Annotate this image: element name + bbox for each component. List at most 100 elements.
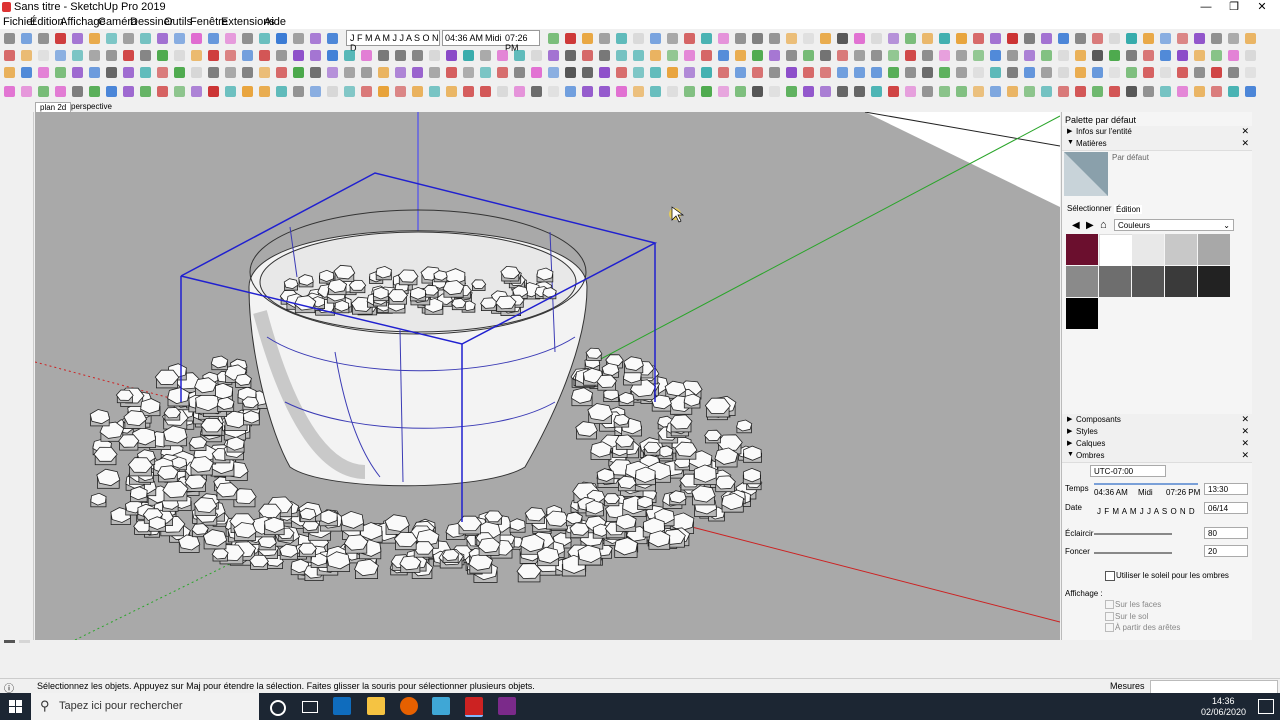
toolbar-tool-icon[interactable] bbox=[990, 50, 1001, 61]
current-material-name[interactable]: Par défaut bbox=[1112, 153, 1149, 162]
toolbar-tool-icon[interactable] bbox=[1075, 67, 1086, 78]
menu-outils[interactable]: Outils bbox=[164, 16, 192, 28]
toolbar-tool-icon[interactable] bbox=[310, 86, 321, 97]
toolbar-tool-icon[interactable] bbox=[786, 67, 797, 78]
toolbar-tool-icon[interactable] bbox=[1007, 50, 1018, 61]
toolbar-tool-icon[interactable] bbox=[310, 50, 321, 61]
toolbar-tool-icon[interactable] bbox=[208, 33, 219, 44]
toolbar-tool-icon[interactable] bbox=[871, 67, 882, 78]
toolbar-tool-icon[interactable] bbox=[718, 50, 729, 61]
toolbar-tool-icon[interactable] bbox=[752, 67, 763, 78]
toolbar-tool-icon[interactable] bbox=[684, 67, 695, 78]
toolbar-tool-icon[interactable] bbox=[1143, 50, 1154, 61]
toolbar-tool-icon[interactable] bbox=[888, 33, 899, 44]
toolbar-tool-icon[interactable] bbox=[650, 50, 661, 61]
toolbar-tool-icon[interactable] bbox=[582, 67, 593, 78]
toolbar-tool-icon[interactable] bbox=[293, 86, 304, 97]
toolbar-tool-icon[interactable] bbox=[854, 86, 865, 97]
toolbar-tool-icon[interactable] bbox=[327, 67, 338, 78]
toolbar-tool-icon[interactable] bbox=[1211, 86, 1222, 97]
toolbar-tool-icon[interactable] bbox=[140, 33, 151, 44]
toolbar-tool-icon[interactable] bbox=[786, 33, 797, 44]
toolbar-tool-icon[interactable] bbox=[956, 86, 967, 97]
toolbar-tool-icon[interactable] bbox=[361, 86, 372, 97]
toolbar-tool-icon[interactable] bbox=[1143, 67, 1154, 78]
toolbar-tool-icon[interactable] bbox=[616, 33, 627, 44]
toolbar-tool-icon[interactable] bbox=[276, 86, 287, 97]
toolbar-tool-icon[interactable] bbox=[1109, 67, 1120, 78]
toolbar-tool-icon[interactable] bbox=[956, 67, 967, 78]
close-icon[interactable]: ✕ bbox=[1241, 438, 1249, 449]
toolbar-tool-icon[interactable] bbox=[242, 86, 253, 97]
toolbar-tool-icon[interactable] bbox=[701, 86, 712, 97]
toolbar-tool-icon[interactable] bbox=[1126, 50, 1137, 61]
toolbar-tool-icon[interactable] bbox=[565, 67, 576, 78]
toolbar-tool-icon[interactable] bbox=[157, 86, 168, 97]
time-input[interactable]: 13:30 bbox=[1204, 483, 1248, 495]
toolbar-tool-icon[interactable] bbox=[1160, 50, 1171, 61]
toolbar-tool-icon[interactable] bbox=[225, 50, 236, 61]
toolbar-tool-icon[interactable] bbox=[21, 67, 32, 78]
toolbar-tool-icon[interactable] bbox=[157, 50, 168, 61]
toolbar-tool-icon[interactable] bbox=[582, 50, 593, 61]
toolbar-tool-icon[interactable] bbox=[531, 86, 542, 97]
dark-slider[interactable] bbox=[1094, 552, 1172, 554]
material-swatch[interactable] bbox=[1066, 298, 1098, 329]
toolbar-tool-icon[interactable] bbox=[174, 67, 185, 78]
toolbar-tool-icon[interactable] bbox=[38, 50, 49, 61]
toolbar-tool-icon[interactable] bbox=[55, 86, 66, 97]
toolbar-tool-icon[interactable] bbox=[480, 86, 491, 97]
toolbar-tool-icon[interactable] bbox=[191, 67, 202, 78]
toolbar-tool-icon[interactable] bbox=[310, 67, 321, 78]
toolbar-tool-icon[interactable] bbox=[1092, 67, 1103, 78]
toolbar-tool-icon[interactable] bbox=[157, 33, 168, 44]
toolbar-tool-icon[interactable] bbox=[1075, 50, 1086, 61]
toolbar-tool-icon[interactable] bbox=[735, 33, 746, 44]
toolbar-tool-icon[interactable] bbox=[735, 86, 746, 97]
toolbar-tool-icon[interactable] bbox=[514, 50, 525, 61]
toolbar-tool-icon[interactable] bbox=[548, 67, 559, 78]
toolbar-tool-icon[interactable] bbox=[684, 86, 695, 97]
toolbar-tool-icon[interactable] bbox=[803, 33, 814, 44]
toolbar-tool-icon[interactable] bbox=[208, 67, 219, 78]
toolbar-tool-icon[interactable] bbox=[1075, 86, 1086, 97]
toolbar-tool-icon[interactable] bbox=[956, 33, 967, 44]
toolbar-tool-icon[interactable] bbox=[1109, 50, 1120, 61]
menu-edition[interactable]: Édition bbox=[30, 16, 64, 28]
outlook-icon[interactable] bbox=[333, 697, 351, 715]
toolbar-tool-icon[interactable] bbox=[888, 86, 899, 97]
toolbar-tool-icon[interactable] bbox=[480, 50, 491, 61]
toolbar-tool-icon[interactable] bbox=[463, 67, 474, 78]
light-input[interactable]: 80 bbox=[1204, 527, 1248, 539]
toolbar-tool-icon[interactable] bbox=[1058, 67, 1069, 78]
toolbar-tool-icon[interactable] bbox=[1194, 50, 1205, 61]
toolbar-tool-icon[interactable] bbox=[1177, 86, 1188, 97]
toolbar-tool-icon[interactable] bbox=[1177, 67, 1188, 78]
toolbar-tool-icon[interactable] bbox=[752, 33, 763, 44]
toolbar-tool-icon[interactable] bbox=[718, 67, 729, 78]
toolbar-tool-icon[interactable] bbox=[361, 67, 372, 78]
toolbar-tool-icon[interactable] bbox=[1058, 33, 1069, 44]
tab-perspective[interactable]: perspective bbox=[67, 102, 116, 112]
toolbar-tool-icon[interactable] bbox=[1211, 33, 1222, 44]
toolbar-tool-icon[interactable] bbox=[1160, 33, 1171, 44]
menu-aide[interactable]: Aide bbox=[264, 16, 286, 28]
toolbar-tool-icon[interactable] bbox=[973, 86, 984, 97]
file-explorer-icon[interactable] bbox=[367, 697, 385, 715]
toolbar-tool-icon[interactable] bbox=[123, 50, 134, 61]
toolbar-tool-icon[interactable] bbox=[429, 86, 440, 97]
toolbar-tool-icon[interactable] bbox=[412, 86, 423, 97]
taskbar-search[interactable]: ⚲ Tapez ici pour rechercher bbox=[31, 693, 259, 720]
toolbar-tool-icon[interactable] bbox=[820, 86, 831, 97]
time-slider[interactable] bbox=[1094, 483, 1198, 485]
toolbar-tool-icon[interactable] bbox=[973, 67, 984, 78]
toolbar-tool-icon[interactable] bbox=[548, 33, 559, 44]
toolbar-tool-icon[interactable] bbox=[752, 50, 763, 61]
toolbar-tool-icon[interactable] bbox=[1007, 86, 1018, 97]
toolbar-tool-icon[interactable] bbox=[1143, 86, 1154, 97]
close-icon[interactable]: ✕ bbox=[1241, 138, 1249, 149]
library-select[interactable]: Couleurs ⌄ bbox=[1114, 219, 1234, 231]
toolbar-tool-icon[interactable] bbox=[480, 67, 491, 78]
toolbar-tool-icon[interactable] bbox=[1211, 50, 1222, 61]
toolbar-tool-icon[interactable] bbox=[718, 33, 729, 44]
